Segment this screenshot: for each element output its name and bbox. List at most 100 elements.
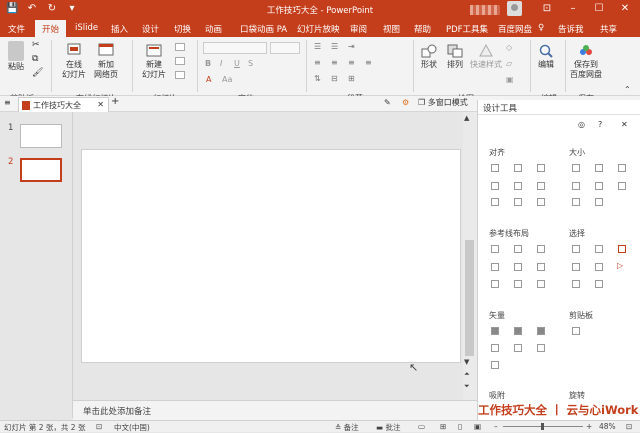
distribute-icon[interactable] bbox=[537, 198, 545, 206]
indent-button[interactable]: ⇥ bbox=[348, 42, 355, 52]
pointer-icon[interactable]: ▷ bbox=[617, 261, 623, 271]
gear-icon[interactable]: ⚙ bbox=[402, 98, 409, 108]
tab-help[interactable]: 帮助 bbox=[414, 23, 431, 37]
shape-effects-icon[interactable]: ▣ bbox=[506, 75, 514, 85]
target-icon[interactable]: ◎ bbox=[578, 120, 585, 130]
copy-icon[interactable]: ⧉ bbox=[32, 54, 38, 64]
zoom-slider[interactable] bbox=[503, 423, 583, 430]
align-icon[interactable] bbox=[491, 182, 499, 190]
numbering-button[interactable]: ☰ bbox=[331, 42, 338, 52]
avatar[interactable] bbox=[507, 1, 522, 16]
normal-view-icon[interactable]: ▭ bbox=[418, 422, 425, 431]
guide-icon[interactable] bbox=[514, 263, 522, 271]
zoom-level[interactable]: 48% bbox=[599, 422, 616, 431]
align-icon[interactable] bbox=[491, 164, 499, 172]
guide-icon[interactable] bbox=[514, 245, 522, 253]
guide-icon[interactable] bbox=[537, 280, 545, 288]
online-slides-button[interactable]: 在线 幻灯片 bbox=[62, 43, 86, 80]
tab-insert[interactable]: 插入 bbox=[111, 23, 128, 37]
quick-styles-button[interactable]: 快速样式 bbox=[470, 43, 502, 70]
size-icon[interactable] bbox=[595, 198, 603, 206]
select-icon[interactable] bbox=[595, 263, 603, 271]
close-pane-icon[interactable]: ✕ bbox=[621, 120, 628, 130]
spell-check-icon[interactable]: ⊡ bbox=[96, 422, 102, 431]
vector-icon[interactable] bbox=[537, 344, 545, 352]
vector-icon[interactable] bbox=[491, 327, 499, 335]
select-icon[interactable] bbox=[572, 263, 580, 271]
save-to-baidu-button[interactable]: 保存到 百度网盘 bbox=[570, 43, 602, 80]
align-icon[interactable] bbox=[514, 182, 522, 190]
zoom-in-icon[interactable]: + bbox=[586, 422, 592, 431]
vector-icon[interactable] bbox=[491, 361, 499, 369]
language-status[interactable]: 中文(中国) bbox=[114, 422, 150, 433]
size-icon[interactable] bbox=[618, 164, 626, 172]
format-painter-icon[interactable]: 🖌 bbox=[32, 68, 43, 78]
editing-button[interactable]: 编辑 bbox=[537, 43, 555, 70]
add-webpage-button[interactable]: 新加 网络页 bbox=[94, 43, 118, 80]
collapse-ribbon-icon[interactable]: ⌃ bbox=[624, 85, 631, 95]
smartart-button[interactable]: ⊞ bbox=[348, 74, 355, 84]
sorter-view-icon[interactable]: ⊞ bbox=[440, 422, 446, 431]
reset-icon[interactable] bbox=[175, 57, 185, 65]
tab-review[interactable]: 审阅 bbox=[350, 23, 367, 37]
tab-transitions[interactable]: 切换 bbox=[174, 23, 191, 37]
guide-icon[interactable] bbox=[514, 280, 522, 288]
font-size-select[interactable] bbox=[270, 42, 300, 54]
vertical-scrollbar[interactable]: ▲ ▼ ⏶ ⏷ bbox=[463, 112, 477, 400]
tab-list-icon[interactable]: ≡ bbox=[4, 98, 11, 108]
scroll-down-icon[interactable]: ▼ bbox=[464, 358, 469, 366]
scroll-up-icon[interactable]: ▲ bbox=[464, 114, 469, 122]
reading-view-icon[interactable]: ▯ bbox=[458, 422, 462, 431]
underline-button[interactable]: U bbox=[234, 59, 240, 69]
tab-slideshow[interactable]: 幻灯片放映 bbox=[297, 23, 340, 37]
share-button[interactable]: 共享 bbox=[600, 23, 617, 37]
shapes-button[interactable]: 形状 bbox=[420, 43, 438, 70]
tab-view[interactable]: 视图 bbox=[383, 23, 400, 37]
comments-button[interactable]: ▬ 批注 bbox=[376, 422, 400, 433]
close-tab-icon[interactable]: ✕ bbox=[97, 100, 104, 109]
align-right-button[interactable]: ≡ bbox=[348, 58, 355, 68]
shape-fill-icon[interactable]: ◇ bbox=[506, 43, 512, 53]
align-center-button[interactable]: ≡ bbox=[331, 58, 338, 68]
align-left-button[interactable]: ≡ bbox=[314, 58, 321, 68]
vector-icon[interactable] bbox=[491, 344, 499, 352]
justify-button[interactable]: ≡ bbox=[365, 58, 372, 68]
tell-me-button[interactable]: 告诉我 bbox=[558, 23, 584, 37]
size-icon[interactable] bbox=[572, 182, 580, 190]
cut-icon[interactable]: ✂ bbox=[32, 40, 40, 50]
char-spacing-button[interactable]: Aa bbox=[222, 75, 232, 85]
size-icon[interactable] bbox=[618, 182, 626, 190]
text-direction-button[interactable]: ⇅ bbox=[314, 74, 321, 84]
font-color-button[interactable]: A bbox=[206, 75, 211, 85]
scroll-thumb[interactable] bbox=[465, 240, 474, 356]
slide-canvas[interactable] bbox=[81, 149, 461, 363]
slideshow-view-icon[interactable]: ▣ bbox=[474, 422, 481, 431]
tab-design[interactable]: 设计 bbox=[142, 23, 159, 37]
size-icon[interactable] bbox=[595, 182, 603, 190]
clipboard-tool-icon[interactable] bbox=[572, 327, 580, 335]
guide-icon[interactable] bbox=[491, 263, 499, 271]
font-family-select[interactable] bbox=[203, 42, 267, 54]
slide-thumbnail-2[interactable] bbox=[20, 158, 62, 182]
lightbulb-icon[interactable]: ♀ bbox=[538, 23, 544, 37]
select-icon[interactable] bbox=[572, 280, 580, 288]
guide-icon[interactable] bbox=[537, 263, 545, 271]
italic-button[interactable]: I bbox=[220, 59, 222, 69]
prev-slide-icon[interactable]: ⏶ bbox=[464, 370, 470, 379]
notes-pane[interactable]: 单击此处添加备注 bbox=[73, 400, 477, 420]
notes-button[interactable]: ≙ 备注 bbox=[335, 422, 359, 433]
minimize-icon[interactable]: – bbox=[563, 3, 583, 14]
bullets-button[interactable]: ☰ bbox=[314, 42, 321, 52]
shape-outline-icon[interactable]: ▱ bbox=[506, 59, 512, 69]
zoom-thumb[interactable] bbox=[541, 423, 544, 430]
size-icon[interactable] bbox=[572, 164, 580, 172]
tab-home[interactable]: 开始 bbox=[35, 20, 67, 37]
maximize-icon[interactable]: ☐ bbox=[589, 3, 609, 14]
fit-slide-icon[interactable]: ⊡ bbox=[626, 422, 632, 431]
vector-icon[interactable] bbox=[514, 327, 522, 335]
tab-pocket-animation[interactable]: 口袋动画 PA bbox=[240, 23, 287, 37]
guide-icon[interactable] bbox=[537, 245, 545, 253]
align-icon[interactable] bbox=[514, 164, 522, 172]
section-icon[interactable] bbox=[175, 71, 185, 79]
select-icon[interactable] bbox=[595, 245, 603, 253]
